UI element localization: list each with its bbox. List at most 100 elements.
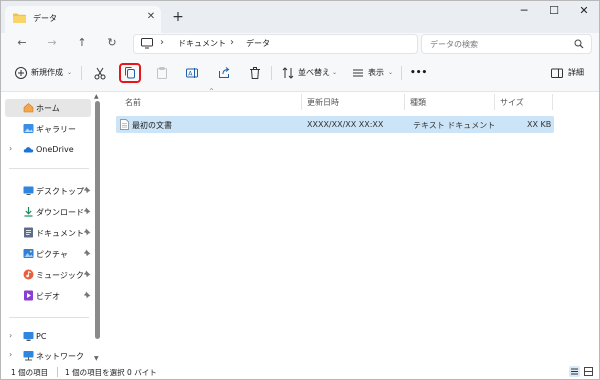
details-view-icon[interactable] (569, 366, 580, 377)
delete-icon[interactable] (247, 65, 263, 81)
close-tab-icon[interactable]: ✕ (145, 11, 157, 23)
share-icon[interactable] (216, 65, 232, 81)
selection-info: 1 個の項目を選択 0 バイト (65, 368, 157, 377)
cloud-icon (23, 147, 34, 153)
sidebar-scroll-thumb[interactable] (95, 101, 100, 339)
sidebar-item-gallery[interactable]: ギャラリー (1, 120, 91, 138)
pictures-icon (23, 249, 34, 258)
breadcrumb-separator: › (160, 37, 164, 48)
new-tab-button[interactable]: + (171, 10, 185, 24)
pin-icon[interactable] (83, 270, 91, 278)
forward-button[interactable]: → (45, 36, 59, 50)
breadcrumb-documents[interactable]: ドキュメント (178, 38, 226, 49)
pin-icon[interactable] (83, 207, 91, 215)
expand-chevron-icon[interactable]: › (9, 144, 12, 153)
sidebar-item-music[interactable]: ミュージック (1, 266, 91, 284)
new-dropdown-chevron-icon[interactable]: ⌄ (67, 65, 72, 81)
file-modified: XXXX/XX/XX XX:XX (307, 120, 384, 129)
view-button[interactable]: 表示 (368, 65, 384, 81)
column-header-type[interactable]: 種類 (410, 97, 426, 108)
sort-button[interactable]: 並べ替え (298, 65, 330, 81)
pin-icon[interactable] (83, 186, 91, 194)
file-type: テキスト ドキュメント (413, 121, 496, 130)
sidebar-item-downloads[interactable]: ダウンロード (1, 203, 91, 221)
rename-icon[interactable]: A (184, 65, 200, 81)
item-count: 1 個の項目 (11, 368, 49, 377)
sort-dropdown-chevron-icon[interactable]: ⌄ (332, 65, 337, 81)
sidebar-item-onedrive[interactable]: › OneDrive (1, 141, 91, 159)
sidebar-item-home[interactable]: ホーム (5, 99, 91, 117)
column-header-size[interactable]: サイズ (500, 97, 524, 108)
sidebar-divider (9, 317, 89, 318)
cut-icon[interactable] (92, 65, 108, 81)
sidebar-item-label: PC (36, 332, 47, 341)
download-icon (24, 207, 33, 217)
column-header-name[interactable]: 名前 (125, 97, 141, 108)
desktop-icon (23, 186, 34, 195)
video-icon (24, 290, 33, 301)
close-window-button[interactable]: ✕ (569, 1, 599, 21)
column-header-modified[interactable]: 更新日時 (307, 97, 339, 108)
tiles-view-icon[interactable] (583, 366, 594, 377)
sidebar-item-videos[interactable]: ビデオ (1, 287, 91, 305)
details-button[interactable]: 詳細 (568, 65, 584, 81)
breadcrumb-data[interactable]: データ (246, 38, 270, 49)
navigation-pane: ホーム ギャラリー › OneDrive デスクトップ ダウンロード ドキュメン… (1, 92, 93, 364)
pin-icon[interactable] (83, 228, 91, 236)
sidebar-item-documents[interactable]: ドキュメント (1, 224, 91, 242)
status-divider (57, 367, 58, 377)
network-icon (23, 351, 34, 361)
sidebar-item-network[interactable]: › ネットワーク (1, 347, 91, 365)
folder-icon (13, 13, 26, 23)
search-icon (574, 39, 584, 49)
new-button[interactable]: 新規作成 (31, 65, 63, 81)
sort-icon (282, 67, 294, 79)
refresh-button[interactable]: ↻ (105, 36, 119, 50)
toolbar-divider (401, 66, 402, 80)
search-placeholder: データの検索 (430, 40, 478, 49)
back-button[interactable]: ← (15, 36, 29, 50)
sidebar-item-pc[interactable]: › PC (1, 328, 91, 346)
toolbar-divider (81, 66, 82, 80)
up-button[interactable]: ↑ (75, 36, 89, 50)
pin-icon[interactable] (83, 249, 91, 257)
sidebar-item-label: ピクチャ (36, 250, 68, 259)
file-explorer-window: データ ✕ + ─ ☐ ✕ ← → ↑ ↻ › ドキュメント › データ データ… (0, 0, 600, 380)
pin-icon[interactable] (83, 291, 91, 299)
maximize-button[interactable]: ☐ (539, 1, 569, 21)
column-divider (301, 94, 302, 110)
scroll-up-icon[interactable]: ▲ (94, 93, 99, 100)
table-row[interactable]: 最初の文書 XXXX/XX/XX XX:XX テキスト ドキュメント XX KB (116, 116, 554, 133)
sidebar-item-label: ホーム (36, 104, 60, 113)
title-bar: データ ✕ + ─ ☐ ✕ (1, 1, 599, 33)
sidebar-item-label: ネットワーク (36, 352, 84, 361)
column-divider (494, 94, 495, 110)
scroll-down-icon[interactable]: ▼ (94, 355, 99, 362)
sidebar-item-label: ギャラリー (36, 125, 76, 134)
copy-icon[interactable] (122, 65, 138, 81)
svg-text:A: A (188, 71, 193, 78)
file-list: ^ 名前 更新日時 種類 サイズ 最初の文書 XXXX/XX/XX XX:XX … (111, 88, 599, 364)
search-box[interactable]: データの検索 (421, 34, 592, 54)
sidebar-item-label: デスクトップ (36, 187, 84, 196)
status-bar: 1 個の項目 1 個の項目を選択 0 バイト (1, 364, 599, 379)
home-icon (23, 103, 34, 113)
sidebar-item-pictures[interactable]: ピクチャ (1, 245, 91, 263)
paste-icon[interactable] (154, 65, 170, 81)
breadcrumb-separator: › (230, 37, 234, 48)
address-field[interactable]: › ドキュメント › データ (133, 34, 418, 54)
add-circle-icon (15, 67, 27, 79)
expand-chevron-icon[interactable]: › (9, 331, 12, 340)
computer-icon (141, 38, 153, 49)
view-dropdown-chevron-icon[interactable]: ⌄ (388, 65, 393, 81)
expand-chevron-icon[interactable]: › (9, 350, 12, 359)
tab-data[interactable]: データ ✕ (5, 6, 161, 33)
file-name[interactable]: 最初の文書 (132, 120, 172, 131)
text-file-icon (120, 119, 129, 130)
sidebar-item-desktop[interactable]: デスクトップ (1, 182, 91, 200)
minimize-button[interactable]: ─ (509, 1, 539, 21)
more-options-button[interactable]: ••• (410, 65, 427, 81)
sidebar-item-label: OneDrive (36, 145, 74, 154)
music-icon (23, 269, 34, 280)
column-divider (552, 94, 553, 110)
